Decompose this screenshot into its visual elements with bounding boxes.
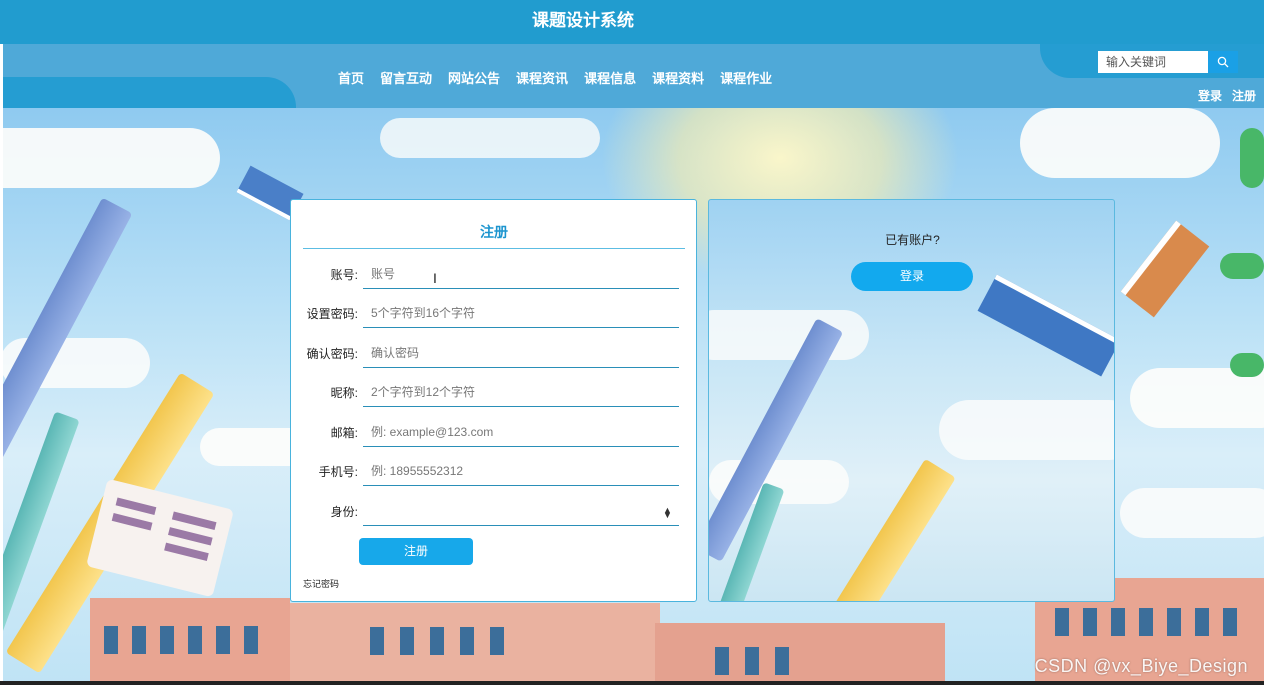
confirm-password-label: 确认密码:: [306, 347, 358, 361]
nav-menu: 首页 留言互动 网站公告 课程资讯 课程信息 课程资料 课程作业: [330, 68, 780, 87]
search-icon: [1217, 56, 1229, 68]
has-account-prompt: 已有账户?: [885, 233, 940, 247]
nav-item-course-news[interactable]: 课程资讯: [508, 68, 576, 87]
header-register-link[interactable]: 注册: [1232, 87, 1256, 104]
nav-item-course-homework[interactable]: 课程作业: [712, 68, 780, 87]
header-login-link[interactable]: 登录: [1198, 87, 1222, 104]
email-label: 邮箱:: [330, 426, 358, 440]
nav-item-messages[interactable]: 留言互动: [372, 68, 440, 87]
cloud: [709, 310, 869, 360]
nav-item-course-materials[interactable]: 课程资料: [644, 68, 712, 87]
search-button[interactable]: [1208, 51, 1238, 73]
nickname-input[interactable]: [363, 378, 679, 407]
building-decoration: [655, 623, 945, 685]
cloud: [1120, 488, 1264, 538]
nav-item-home[interactable]: 首页: [330, 68, 372, 87]
account-input[interactable]: [363, 260, 679, 289]
identity-select[interactable]: [363, 497, 679, 526]
cloud: [1130, 368, 1264, 428]
building-decoration: [290, 603, 660, 685]
confirm-password-input[interactable]: [363, 339, 679, 368]
text-cursor-icon: I: [433, 270, 437, 286]
open-book-decoration: [86, 478, 234, 598]
search-input[interactable]: [1098, 51, 1208, 73]
leaf-decoration: [1220, 253, 1264, 279]
form-row-nickname: 昵称:: [291, 378, 698, 408]
cloud: [0, 128, 220, 188]
cloud: [939, 400, 1114, 460]
site-title: 课题设计系统: [532, 11, 634, 30]
nickname-label: 昵称:: [330, 386, 358, 400]
register-title: 注册: [480, 224, 508, 240]
login-panel: 已有账户? 登录: [708, 199, 1115, 602]
form-row-phone: 手机号:: [291, 457, 698, 487]
leaf-decoration: [1240, 128, 1264, 188]
form-row-confirm-password: 确认密码:: [291, 339, 698, 369]
auth-links: 登录 注册: [1198, 87, 1256, 104]
building-decoration: [90, 598, 290, 685]
nav-item-course-info[interactable]: 课程信息: [576, 68, 644, 87]
phone-input[interactable]: [363, 457, 679, 486]
cloud: [1020, 108, 1220, 178]
phone-label: 手机号:: [318, 465, 358, 479]
select-arrows-icon: ▲ ▼: [663, 505, 672, 520]
register-submit-button[interactable]: 注册: [359, 538, 473, 565]
email-input[interactable]: [363, 418, 679, 447]
book-decoration: [1120, 220, 1210, 318]
form-row-identity: 身份: ▲ ▼: [291, 497, 698, 527]
register-card: 注册 账号: I 设置密码: 确认密码: 昵称: 邮箱: 手机号: 身份: ▲▼…: [290, 199, 697, 602]
cloud: [380, 118, 600, 158]
watermark: CSDN @vx_Biye_Design: [1034, 656, 1248, 676]
account-label: 账号:: [330, 268, 358, 282]
form-row-account: 账号:: [291, 260, 698, 290]
nav-bar: 首页 留言互动 网站公告 课程资讯 课程信息 课程资料 课程作业 登录 注册: [0, 44, 1264, 108]
window-edge: [0, 44, 3, 685]
password-input[interactable]: [363, 299, 679, 328]
login-button[interactable]: 登录: [851, 262, 973, 291]
nav-decor-shape: [0, 77, 296, 108]
search-box: [1098, 51, 1238, 73]
window-bottom-edge: [0, 681, 1264, 685]
password-label: 设置密码:: [306, 307, 358, 321]
form-row-email: 邮箱:: [291, 418, 698, 448]
leaf-decoration: [1230, 353, 1264, 377]
book-decoration: [977, 274, 1114, 377]
forgot-password-link[interactable]: 忘记密码: [303, 577, 339, 590]
title-divider: [303, 248, 685, 249]
top-header-bar: 课题设计系统: [0, 0, 1264, 44]
identity-label: 身份:: [330, 505, 358, 519]
nav-item-announcements[interactable]: 网站公告: [440, 68, 508, 87]
form-row-password: 设置密码:: [291, 299, 698, 329]
